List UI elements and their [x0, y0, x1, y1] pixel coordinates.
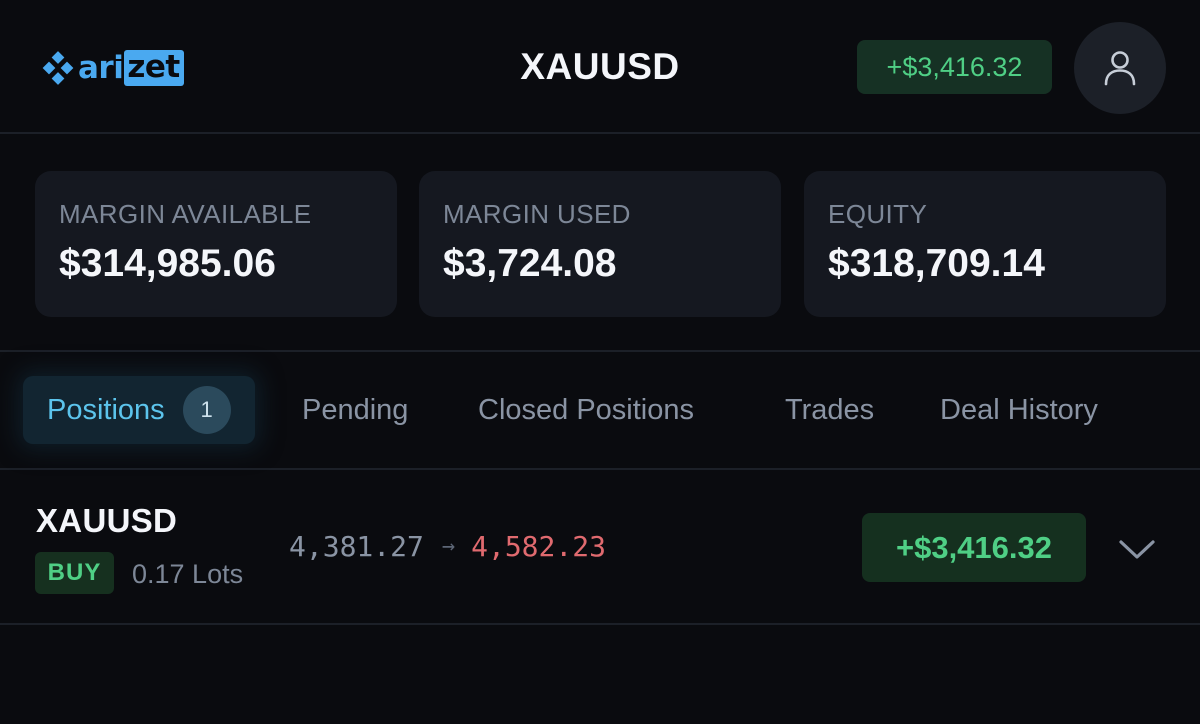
total-pnl-badge: +$3,416.32	[857, 40, 1052, 94]
current-price: 4,582.23	[471, 530, 606, 563]
tab-positions-label: Positions	[47, 393, 165, 426]
margin-available-label: MARGIN AVAILABLE	[59, 199, 312, 229]
position-row[interactable]: XAUUSD BUY 0.17 Lots 4,381.27 → 4,582.23…	[0, 470, 1200, 625]
equity-label: EQUITY	[828, 199, 928, 229]
user-icon	[1104, 51, 1136, 86]
equity-value: $318,709.14	[828, 242, 1045, 285]
chevron-down-icon	[1119, 540, 1155, 559]
position-pnl-badge: +$3,416.32	[862, 513, 1086, 582]
open-price: 4,381.27	[289, 530, 424, 563]
position-lots: 0.17 Lots	[132, 559, 244, 589]
expand-position-button[interactable]	[1114, 530, 1160, 570]
position-side-badge: BUY	[35, 552, 114, 594]
margin-used-label: MARGIN USED	[443, 199, 631, 229]
tab-deal-history[interactable]: Deal History	[940, 376, 1098, 444]
position-prices: 4,381.27 → 4,582.23	[289, 530, 606, 563]
position-symbol: XAUUSD	[36, 502, 178, 539]
profile-button[interactable]	[1074, 22, 1166, 114]
tab-trades[interactable]: Trades	[785, 376, 874, 444]
tab-positions[interactable]: Positions 1	[23, 376, 255, 444]
position-tabs: Positions 1 Pending Closed Positions Tra…	[0, 352, 1200, 470]
tab-closed-positions[interactable]: Closed Positions	[478, 376, 694, 444]
margin-used-value: $3,724.08	[443, 242, 617, 285]
top-header: ari zet XAUUSD +$3,416.32	[0, 0, 1200, 134]
equity-card: EQUITY $318,709.14	[804, 171, 1166, 317]
margin-available-value: $314,985.06	[59, 242, 276, 285]
margin-available-card: MARGIN AVAILABLE $314,985.06	[35, 171, 397, 317]
margin-used-card: MARGIN USED $3,724.08	[419, 171, 781, 317]
account-stats: MARGIN AVAILABLE $314,985.06 MARGIN USED…	[0, 134, 1200, 352]
positions-count-badge: 1	[182, 386, 231, 434]
arrow-right-icon: →	[441, 534, 456, 559]
tab-pending[interactable]: Pending	[302, 376, 408, 444]
